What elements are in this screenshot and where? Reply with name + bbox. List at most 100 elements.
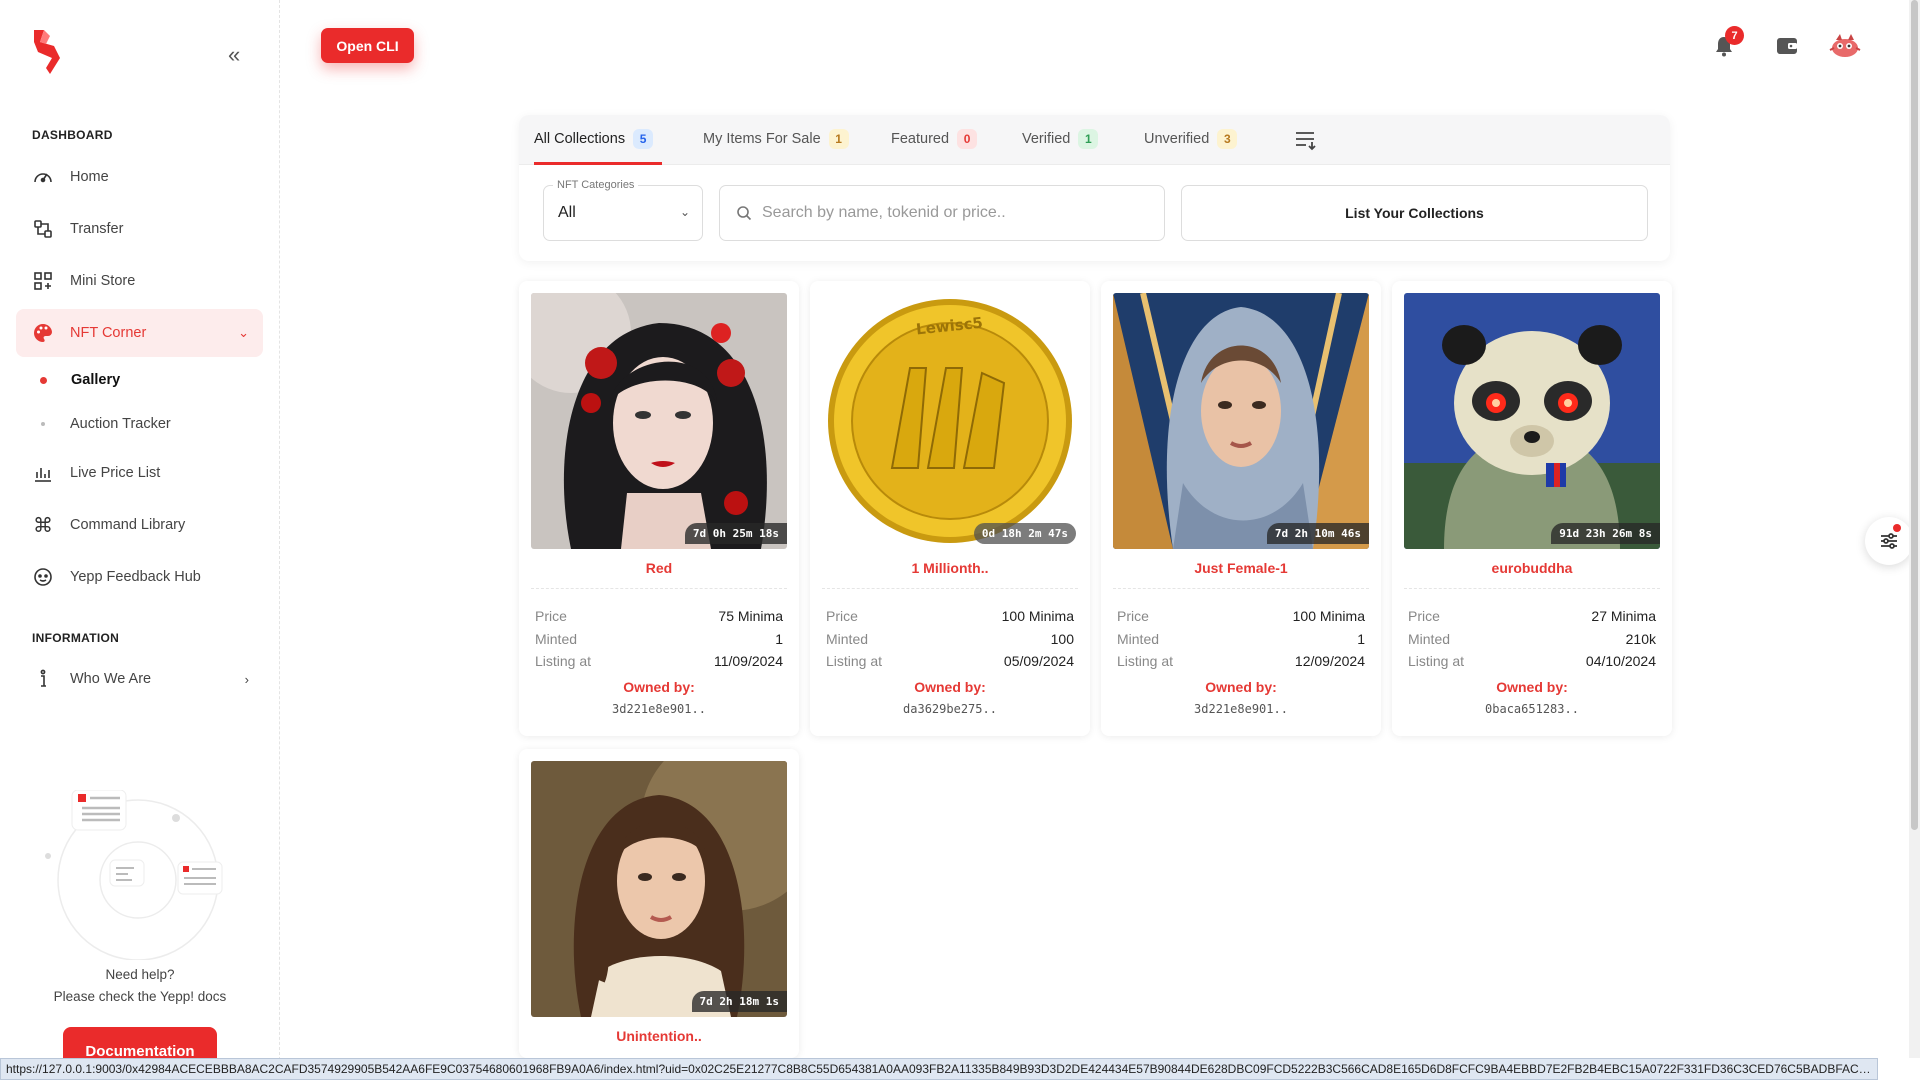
- sidebar-subitem-auction-tracker[interactable]: Auction Tracker: [40, 416, 171, 432]
- sidebar-item-yepp-feedback-hub[interactable]: Yepp Feedback Hub: [16, 553, 263, 601]
- list-your-collections-button[interactable]: List Your Collections: [1181, 185, 1648, 241]
- minted-value: 1: [775, 631, 783, 647]
- tab-count: 3: [1217, 129, 1238, 149]
- sliders-icon: [1881, 533, 1897, 549]
- price-value: 75 Minima: [718, 608, 783, 624]
- tab-my-items-for-sale[interactable]: My Items For Sale 1: [703, 129, 849, 149]
- nft-card[interactable]: 7d 2h 18m 1s Unintention..: [519, 749, 799, 1058]
- sidebar-item-mini-store[interactable]: Mini Store: [16, 257, 263, 305]
- sidebar-subitem-gallery[interactable]: Gallery: [40, 372, 120, 388]
- minted-label: Minted: [535, 631, 578, 647]
- chevron-down-icon: ⌄: [238, 325, 249, 340]
- help-line-1: Need help?: [105, 967, 175, 982]
- listing-label: Listing at: [826, 653, 883, 669]
- minted-row: Minted 1: [535, 631, 783, 647]
- tab-all-collections[interactable]: All Collections 5: [534, 129, 654, 149]
- sidebar-item-label: Command Library: [70, 517, 186, 533]
- chevron-down-icon: ⌄: [679, 205, 690, 219]
- nft-card[interactable]: 91d 23h 26m 8s eurobuddha Price 27 Minima…: [1392, 281, 1672, 736]
- tab-featured[interactable]: Featured 0: [891, 129, 978, 149]
- auction-timer: 7d 2h 10m 46s: [1266, 523, 1369, 544]
- sidebar: « DASHBOARD Home Transfer Mini Store NFT…: [0, 0, 280, 1080]
- listing-label: Listing at: [535, 653, 592, 669]
- nft-image[interactable]: [531, 761, 787, 1017]
- sidebar-item-label: Home: [70, 169, 109, 185]
- sidebar-item-who-we-are[interactable]: Who We Are ›: [16, 655, 263, 703]
- active-tab-indicator: [534, 162, 662, 165]
- nft-image[interactable]: [1404, 293, 1660, 549]
- information-section-title: INFORMATION: [32, 631, 120, 645]
- minted-label: Minted: [1117, 631, 1160, 647]
- yepp-logo[interactable]: [30, 28, 66, 76]
- sidebar-item-transfer[interactable]: Transfer: [16, 205, 263, 253]
- tab-unverified[interactable]: Unverified 3: [1144, 129, 1238, 149]
- owner-address[interactable]: 3d221e8e901..: [1101, 702, 1381, 716]
- collection-tabs: All Collections 5 My Items For Sale 1 Fe…: [519, 115, 1670, 165]
- auction-timer: 7d 2h 18m 1s: [691, 991, 787, 1012]
- open-cli-button[interactable]: Open CLI: [321, 28, 414, 63]
- collapse-sidebar-icon[interactable]: «: [228, 44, 240, 66]
- search-input[interactable]: [762, 204, 1142, 222]
- nft-image[interactable]: [1113, 293, 1369, 549]
- tab-count: 5: [633, 129, 654, 149]
- sidebar-item-label: Yepp Feedback Hub: [70, 569, 201, 585]
- sidebar-item-label: Transfer: [70, 221, 124, 237]
- price-label: Price: [1408, 608, 1440, 624]
- sidebar-item-nft-corner[interactable]: NFT Corner ⌄: [16, 309, 263, 357]
- transfer-icon: [32, 218, 54, 240]
- owned-by-label: Owned by:: [1496, 679, 1568, 695]
- divider: [1404, 588, 1660, 589]
- nft-card[interactable]: 7d 2h 10m 46s Just Female-1 Price 100 Min…: [1101, 281, 1381, 736]
- sidebar-item-command-library[interactable]: ⌘ Command Library: [16, 501, 263, 549]
- minted-value: 1: [1357, 631, 1365, 647]
- owner-address[interactable]: 3d221e8e901..: [519, 702, 799, 716]
- wallet-icon[interactable]: [1773, 32, 1801, 60]
- search-field[interactable]: [719, 185, 1165, 241]
- auction-timer: 0d 18h 2m 47s: [973, 523, 1076, 544]
- settings-notification-dot: [1893, 524, 1901, 532]
- chart-icon: [32, 462, 54, 484]
- price-value: 100 Minima: [1001, 608, 1074, 624]
- tab-count: 1: [1078, 129, 1099, 149]
- minted-label: Minted: [1408, 631, 1451, 647]
- help-line-2: Please check the Yepp! docs: [53, 989, 227, 1004]
- nft-image[interactable]: Lewisc5: [822, 293, 1078, 549]
- owner-address[interactable]: 0baca651283..: [1392, 702, 1672, 716]
- sidebar-item-live-price-list[interactable]: Live Price List: [16, 449, 263, 497]
- price-value: 27 Minima: [1591, 608, 1656, 624]
- sort-list-icon[interactable]: [1294, 129, 1318, 151]
- owner-address[interactable]: da3629be275..: [810, 702, 1090, 716]
- nft-card[interactable]: 7d 0h 25m 18s Red Price 75 Minima Minted 1…: [519, 281, 799, 736]
- sidebar-item-label: Live Price List: [70, 465, 161, 481]
- select-label: NFT Categories: [553, 179, 639, 191]
- grid-plus-icon: [32, 270, 54, 292]
- notification-count-badge: 7: [1725, 26, 1744, 45]
- settings-sliders-button[interactable]: [1865, 517, 1913, 565]
- sidebar-item-home[interactable]: Home: [16, 153, 263, 201]
- price-value: 100 Minima: [1292, 608, 1365, 624]
- inactive-dot: [41, 422, 45, 426]
- info-icon: [32, 668, 54, 690]
- tab-count: 0: [957, 129, 978, 149]
- tab-label: Featured: [891, 131, 950, 147]
- help-illustration: [45, 790, 223, 960]
- minted-row: Minted 100: [826, 631, 1074, 647]
- chat-icon: [32, 566, 54, 588]
- command-icon: ⌘: [33, 514, 53, 537]
- user-avatar[interactable]: [1828, 28, 1862, 62]
- listing-label: Listing at: [1117, 653, 1174, 669]
- page-scrollbar-thumb[interactable]: [1911, 0, 1918, 830]
- minted-value: 100: [1050, 631, 1074, 647]
- tab-label: Unverified: [1144, 131, 1210, 147]
- divider: [822, 588, 1078, 589]
- tab-verified[interactable]: Verified 1: [1022, 129, 1099, 149]
- nft-image[interactable]: [531, 293, 787, 549]
- nft-card[interactable]: Lewisc5 0d 18h 2m 47s 1 Millionth.. Pric…: [810, 281, 1090, 736]
- sidebar-subitem-label: Gallery: [71, 372, 121, 388]
- chevron-right-icon: ›: [244, 671, 249, 687]
- nft-name: Just Female-1: [1194, 560, 1288, 576]
- nft-categories-select[interactable]: NFT Categories All ⌄: [543, 179, 703, 241]
- listing-row: Listing at 04/10/2024: [1408, 653, 1656, 669]
- palette-icon: [32, 322, 54, 344]
- listing-value: 12/09/2024: [1294, 653, 1365, 669]
